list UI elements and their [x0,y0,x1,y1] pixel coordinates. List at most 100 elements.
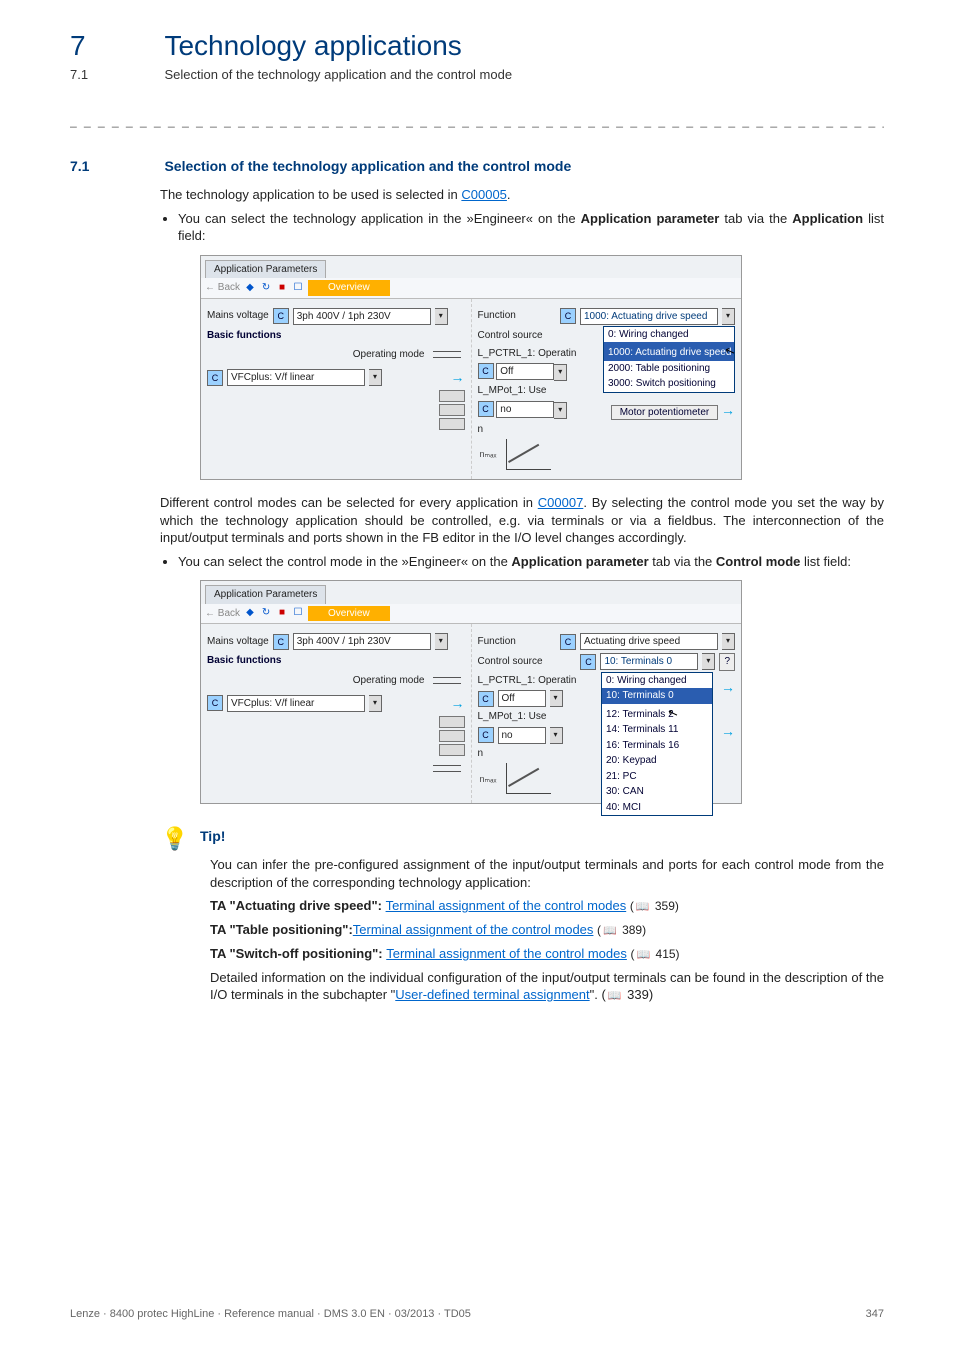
list-item[interactable]: 21: PC [602,769,712,785]
page-number: 347 [866,1308,884,1320]
schematic-icon [429,759,465,779]
chevron-down-icon[interactable]: ▾ [550,727,563,744]
tip-heading: Tip! [200,828,225,844]
chapter-number: 7 [70,30,160,62]
c-badge: C [478,727,494,743]
nmax-label: nₘₐₓ [480,448,497,460]
link-terminal-switchoff[interactable]: Terminal assignment of the control modes [386,946,627,961]
separator: _ _ _ _ _ _ _ _ _ _ _ _ _ _ _ _ _ _ _ _ … [70,114,884,128]
lightbulb-icon: 💡 [160,828,190,850]
list-item[interactable]: 30: CAN [602,784,712,800]
c-badge: C [560,634,576,650]
list-item[interactable]: 10: Terminals 0 [602,688,712,704]
control-source-dropdown-list[interactable]: 0: Wiring changed 10: Terminals 0 12: Te… [601,672,713,817]
chapter-title: Technology applications [164,30,461,61]
list-item[interactable]: 20: Keypad [602,753,712,769]
operating-mode-field[interactable]: VFCplus: V/f linear [227,369,365,386]
lpctrl-label: L_PCTRL_1: Operatin [478,674,577,688]
tip-line-switchoff: TA "Switch-off positioning": Terminal as… [210,945,884,963]
list-item[interactable]: 40: MCI [602,800,712,816]
function-field[interactable]: Actuating drive speed [580,633,718,650]
chevron-down-icon[interactable]: ▾ [722,633,735,650]
list-item[interactable]: 1000: Actuating drive speed↖ [604,342,734,361]
lpctrl-label: L_PCTRL_1: Operatin [478,347,577,361]
mains-voltage-field[interactable]: 3ph 400V / 1ph 230V [293,633,431,650]
subheader-num: 7.1 [70,67,160,82]
chevron-down-icon[interactable]: ▾ [369,369,382,386]
tab-application-parameters[interactable]: Application Parameters [205,260,326,279]
arrow-right-icon[interactable]: → [721,678,735,697]
section-heading-num: 7.1 [70,158,160,174]
list-item[interactable]: 12: Terminals 2↖ [602,704,712,723]
chevron-down-icon[interactable]: ▾ [702,653,715,670]
chevron-down-icon[interactable]: ▾ [554,402,567,419]
refresh-icon[interactable]: ↻ [260,607,272,619]
link-terminal-table[interactable]: Terminal assignment of the control modes [353,922,594,937]
footer-left: Lenze · 8400 protec HighLine · Reference… [70,1308,471,1320]
chevron-down-icon[interactable]: ▾ [435,308,448,325]
chevron-down-icon[interactable]: ▾ [435,633,448,650]
overview-button[interactable]: Overview [308,280,390,296]
chevron-down-icon[interactable]: ▾ [550,690,563,707]
tip-line-table: TA "Table positioning":Terminal assignme… [210,921,884,939]
tab-application-parameters[interactable]: Application Parameters [205,585,326,604]
list-item[interactable]: 16: Terminals 16 [602,738,712,754]
chevron-down-icon[interactable]: ▾ [722,308,735,325]
help-button[interactable]: ? [719,653,735,671]
list-item[interactable]: 0: Wiring changed [602,673,712,689]
page-icon[interactable]: ☐ [292,282,304,294]
nav-icon[interactable]: ◆ [244,282,256,294]
lpctrl-field[interactable]: Off [496,363,554,380]
overview-button[interactable]: Overview [308,606,390,622]
book-icon [601,923,619,937]
mains-voltage-field[interactable]: 3ph 400V / 1ph 230V [293,308,431,325]
mains-voltage-label: Mains voltage [207,635,269,649]
tip-detail: Detailed information on the individual c… [210,969,884,1004]
lpctrl-field[interactable]: Off [498,690,546,707]
function-dropdown-list[interactable]: 0: Wiring changed 1000: Actuating drive … [603,326,735,393]
mid-paragraph: Different control modes can be selected … [160,494,884,547]
section-heading-title: Selection of the technology application … [164,158,571,174]
operating-mode-label: Operating mode [353,348,425,362]
arrow-right-icon[interactable]: → [451,368,465,387]
lmpot-field[interactable]: no [496,401,554,418]
subheader: 7.1 Selection of the technology applicat… [70,66,884,84]
book-icon [635,947,653,961]
link-c00005[interactable]: C00005 [461,187,507,202]
arrow-right-icon[interactable]: → [721,722,735,741]
function-field[interactable]: 1000: Actuating drive speed [580,308,718,325]
link-c00007[interactable]: C00007 [538,495,584,510]
back-button[interactable]: ← Back [205,607,240,621]
back-button[interactable]: ← Back [205,281,240,295]
lmpot-field[interactable]: no [498,727,546,744]
control-source-field[interactable]: 10: Terminals 0 [600,653,698,670]
stop-icon[interactable]: ■ [276,282,288,294]
c-badge: C [273,634,289,650]
engineer-screenshot-1: Application Parameters ← Back ◆ ↻ ■ ☐ Ov… [200,255,742,480]
list-item[interactable]: 3000: Switch positioning [604,376,734,392]
function-label: Function [478,309,516,323]
chevron-down-icon[interactable]: ▾ [369,695,382,712]
page-icon[interactable]: ☐ [292,607,304,619]
tip-intro: You can infer the pre-configured assignm… [210,856,884,891]
list-item[interactable]: 2000: Table positioning [604,361,734,377]
link-terminal-actuating[interactable]: Terminal assignment of the control modes [386,898,627,913]
basic-functions-heading: Basic functions [207,329,465,343]
c-badge: C [273,308,289,324]
intro-paragraph: The technology application to be used is… [160,186,884,204]
subheader-title: Selection of the technology application … [164,67,512,82]
link-user-defined-terminal[interactable]: User-defined terminal assignment [395,987,589,1002]
list-item[interactable]: 0: Wiring changed [604,327,734,343]
chapter-header: 7 Technology applications [70,30,884,62]
chevron-down-icon[interactable]: ▾ [554,364,567,381]
nav-icon[interactable]: ◆ [244,607,256,619]
motor-potentiometer-button[interactable]: Motor potentiometer [611,405,719,420]
arrow-right-icon[interactable]: → [721,402,735,418]
operating-mode-field[interactable]: VFCplus: V/f linear [227,695,365,712]
refresh-icon[interactable]: ↻ [260,282,272,294]
stop-icon[interactable]: ■ [276,607,288,619]
arrow-right-icon[interactable]: → [451,694,465,713]
list-item[interactable]: 14: Terminals 11 [602,722,712,738]
c-badge: C [478,401,494,417]
function-label: Function [478,635,516,649]
